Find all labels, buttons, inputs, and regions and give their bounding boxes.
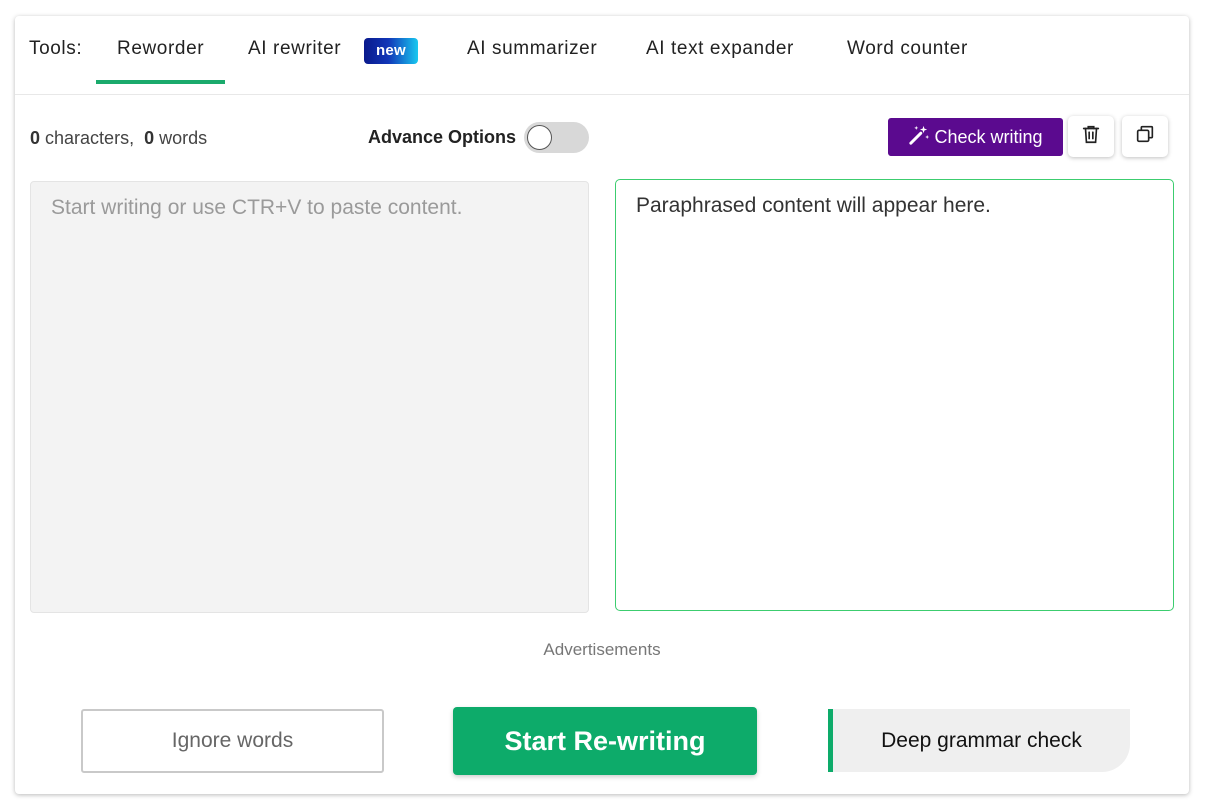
ignore-words-button[interactable]: Ignore words <box>81 709 384 773</box>
tools-label: Tools: <box>29 38 83 59</box>
word-count: 0 <box>144 128 155 148</box>
advance-options-toggle[interactable] <box>524 122 589 153</box>
word-label: words <box>159 128 208 148</box>
magic-wand-icon <box>908 125 930 150</box>
char-count: 0 <box>30 128 41 148</box>
advance-options-label: Advance Options <box>368 127 517 147</box>
tab-ai-text-expander[interactable]: AI text expander <box>646 38 794 60</box>
toggle-knob <box>527 125 552 150</box>
advertisements-label: Advertisements <box>543 640 661 659</box>
delete-button[interactable] <box>1068 116 1114 157</box>
tab-reworder[interactable]: Reworder <box>95 38 226 84</box>
rewriter-card: Tools: Reworder AI rewriter new AI summa… <box>15 16 1189 794</box>
character-word-count: 0 characters, 0 words <box>30 128 207 149</box>
tools-tab-bar: Tools: Reworder AI rewriter new AI summa… <box>15 16 1189 95</box>
deep-grammar-check-button[interactable]: Deep grammar check <box>828 709 1130 772</box>
copy-icon <box>1134 123 1156 150</box>
output-placeholder: Paraphrased content will appear here. <box>636 194 991 217</box>
copy-button[interactable] <box>1122 116 1168 157</box>
input-placeholder: Start writing or use CTR+V to paste cont… <box>51 196 463 219</box>
start-rewriting-button[interactable]: Start Re-writing <box>453 707 757 775</box>
input-text-area[interactable]: Start writing or use CTR+V to paste cont… <box>30 181 589 613</box>
tab-ai-summarizer[interactable]: AI summarizer <box>467 38 597 60</box>
trash-icon <box>1080 123 1102 150</box>
char-label: characters, <box>45 128 135 148</box>
check-writing-label: Check writing <box>934 126 1043 147</box>
tab-ai-rewriter[interactable]: AI rewriter <box>248 38 341 60</box>
tab-word-counter[interactable]: Word counter <box>847 38 968 60</box>
new-badge: new <box>364 38 418 64</box>
output-text-area[interactable]: Paraphrased content will appear here. <box>615 179 1174 611</box>
check-writing-button[interactable]: Check writing <box>888 118 1063 156</box>
